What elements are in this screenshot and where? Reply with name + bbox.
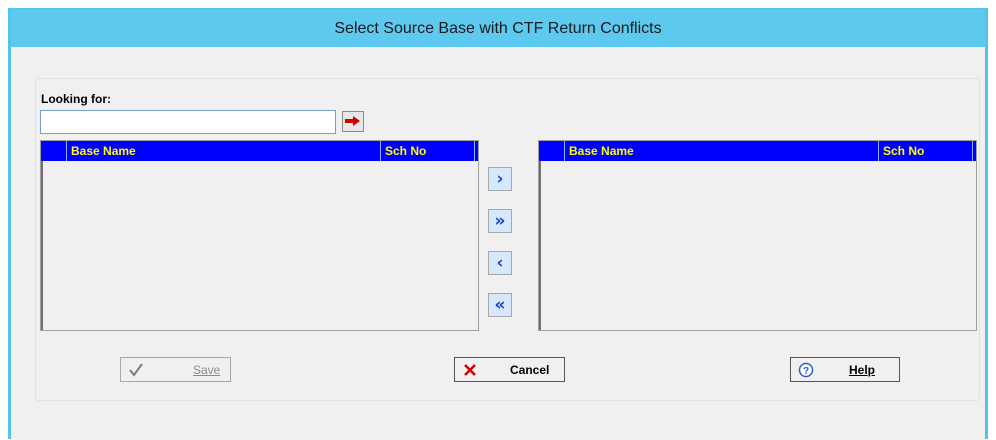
svg-text:?: ? [803, 366, 809, 377]
cancel-label: Cancel [510, 363, 550, 377]
search-go-button[interactable] [342, 111, 364, 132]
question-circle-icon: ? [797, 361, 815, 378]
available-list[interactable]: Base Name Sch No [40, 140, 479, 331]
remove-all-button[interactable]: « [488, 293, 512, 317]
dialog-content: Looking for: Base Name Sch No › » ‹ « Ba… [11, 47, 985, 440]
red-x-icon [461, 361, 479, 378]
column-sch-no[interactable]: Sch No [879, 141, 973, 161]
window-title: Select Source Base with CTF Return Confl… [11, 9, 985, 47]
double-chevron-right-icon: » [494, 211, 506, 231]
column-base-name[interactable]: Base Name [565, 141, 879, 161]
add-selected-button[interactable]: › [488, 167, 512, 191]
selected-list-header: Base Name Sch No [539, 141, 976, 161]
selected-list[interactable]: Base Name Sch No [538, 140, 977, 331]
chevron-left-icon: ‹ [496, 253, 504, 273]
save-button[interactable]: Save [120, 357, 231, 382]
red-arrow-right-icon [345, 113, 361, 131]
header-row-selector [539, 141, 565, 161]
checkmark-icon [127, 361, 145, 378]
available-list-header: Base Name Sch No [41, 141, 478, 161]
save-label: Save [193, 363, 221, 377]
column-base-name[interactable]: Base Name [67, 141, 381, 161]
add-all-button[interactable]: » [488, 209, 512, 233]
help-label: Help [849, 363, 876, 377]
looking-for-input[interactable] [40, 110, 336, 134]
remove-selected-button[interactable]: ‹ [488, 251, 512, 275]
cancel-button[interactable]: Cancel [454, 357, 565, 382]
list-border [539, 161, 541, 330]
help-button[interactable]: ? Help [790, 357, 900, 382]
double-chevron-left-icon: « [494, 295, 506, 315]
dialog-window: Select Source Base with CTF Return Confl… [8, 8, 988, 440]
list-border [41, 161, 43, 330]
column-sch-no[interactable]: Sch No [381, 141, 475, 161]
chevron-right-icon: › [496, 169, 504, 189]
looking-for-label: Looking for: [41, 92, 111, 106]
header-row-selector [41, 141, 67, 161]
